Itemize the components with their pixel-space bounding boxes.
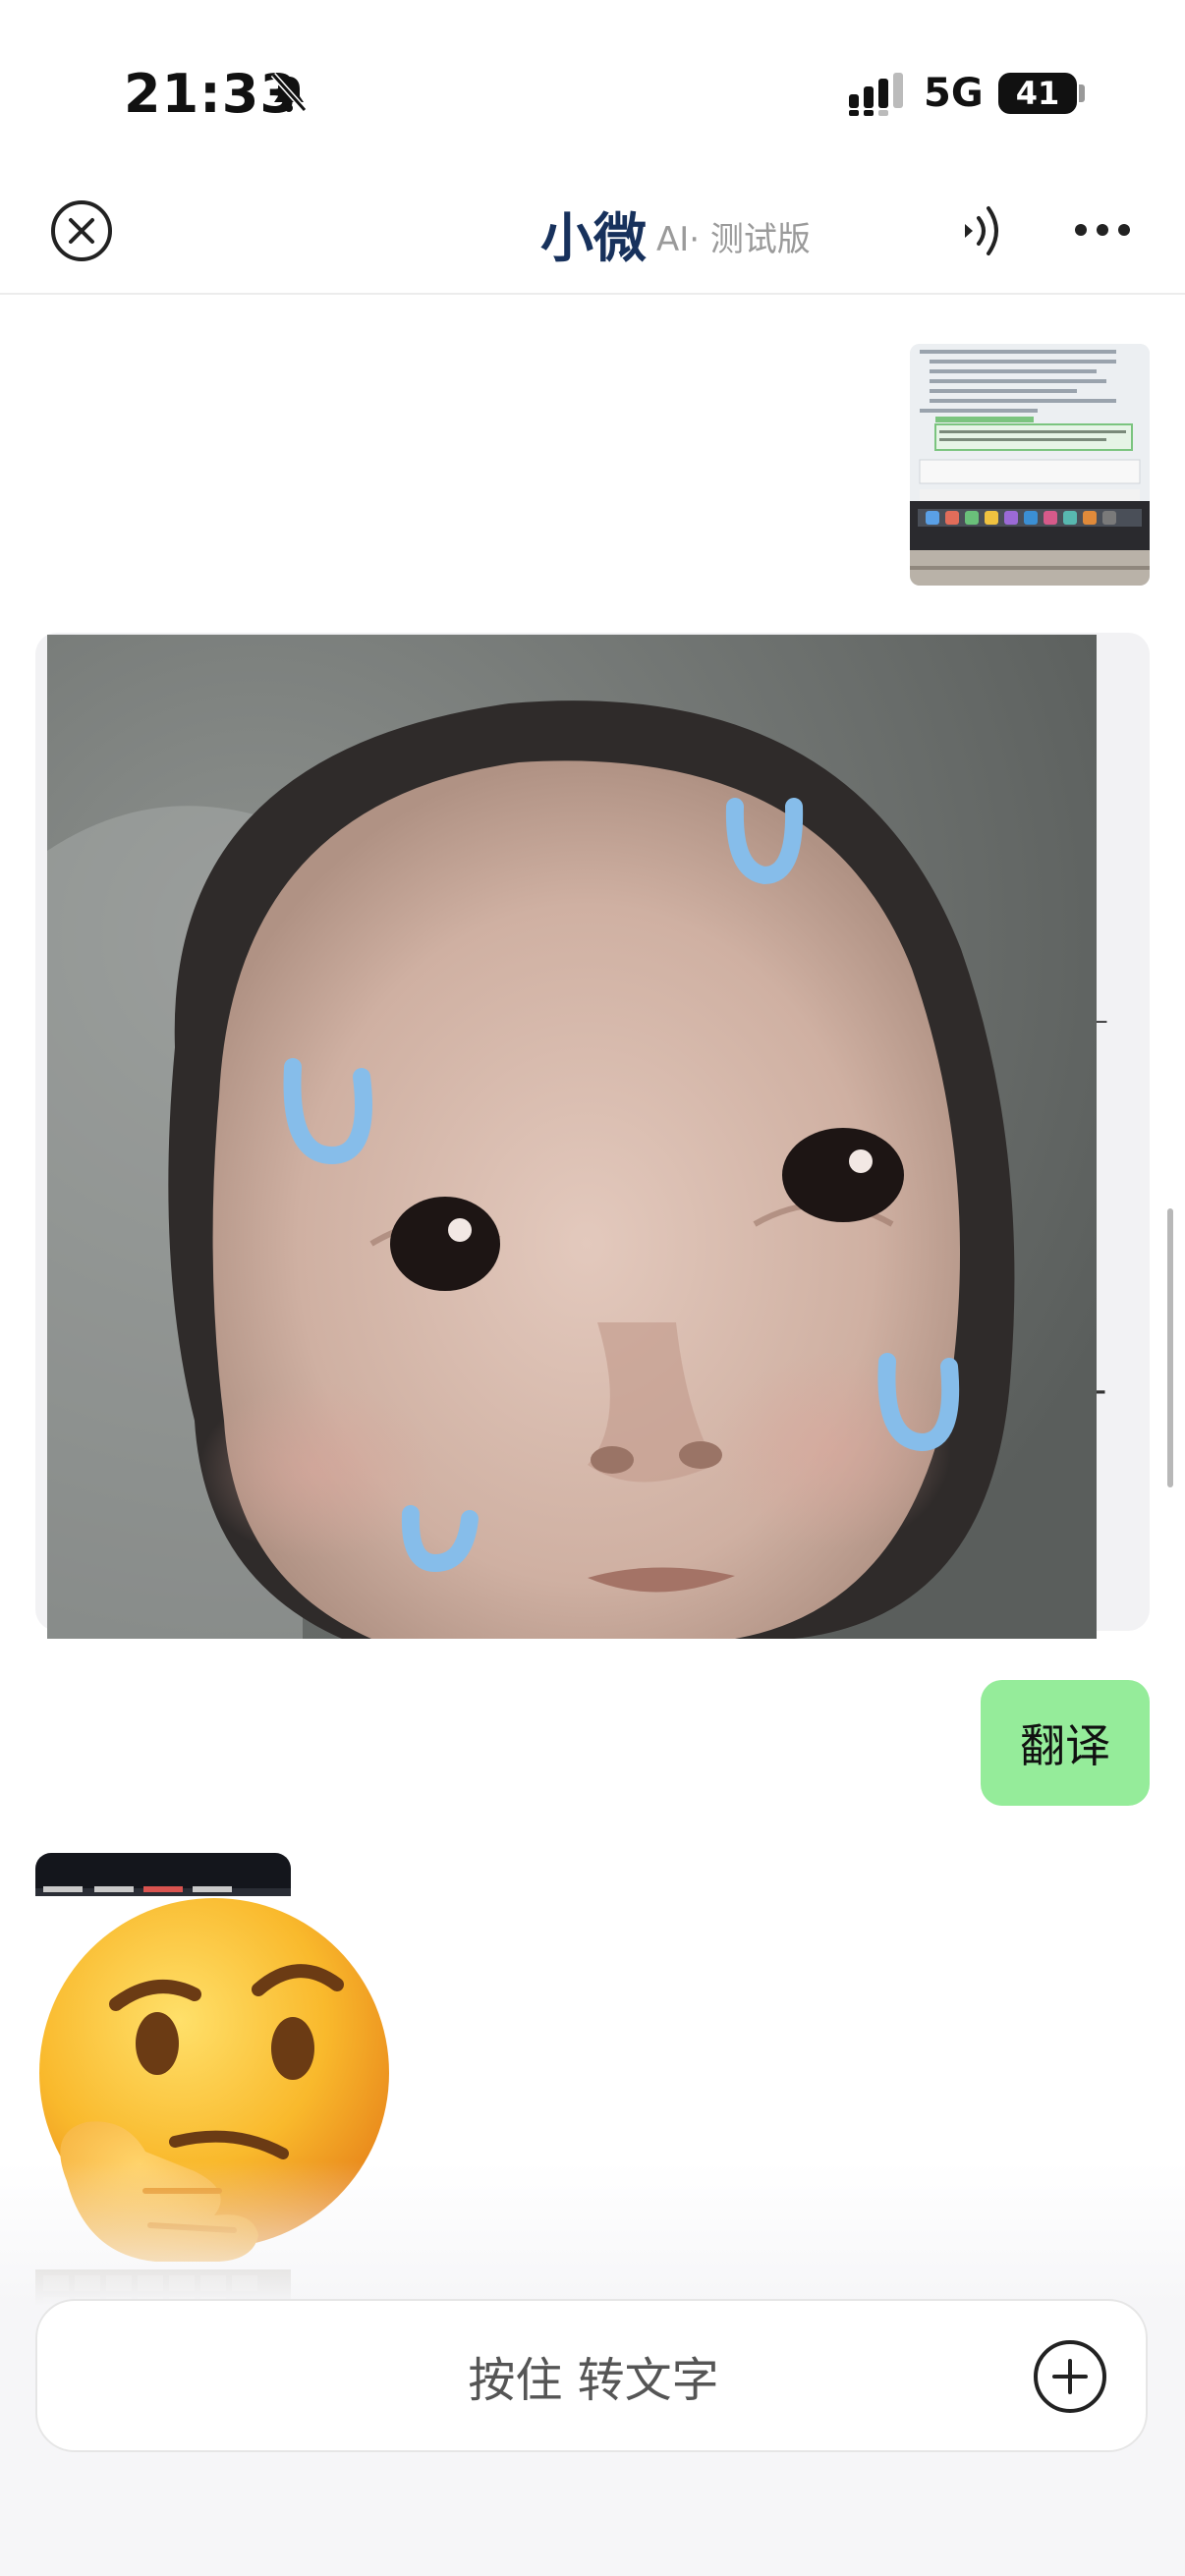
battery-tip: [1079, 84, 1085, 102]
cellular-signal-icon: [849, 73, 903, 116]
more-dots-icon[interactable]: [1073, 222, 1132, 238]
baby-face-image: [47, 635, 1097, 1639]
baby-sticker-image[interactable]: [47, 635, 1097, 1639]
chat-screen: 21:33 5G 41 小微 AI· 测试版 ⁻ - 翻译 按住 转文字: [0, 0, 1185, 2576]
close-icon: [69, 218, 94, 244]
hold-to-talk-label: 按住 转文字: [468, 2353, 719, 2408]
page-subtitle: AI· 测试版: [656, 220, 811, 259]
bell-off-icon: [270, 73, 308, 112]
voice-wave-icon[interactable]: [959, 200, 1006, 261]
scrollbar[interactable]: [1167, 1208, 1173, 1487]
close-button[interactable]: [51, 200, 112, 261]
user-message-bubble[interactable]: 翻译: [981, 1680, 1150, 1806]
nav-divider: [0, 293, 1185, 295]
add-button[interactable]: [1034, 2340, 1106, 2413]
plus-circle-icon: [1052, 2359, 1088, 2394]
user-image-thumbnail[interactable]: [910, 344, 1150, 586]
battery-indicator: 41: [998, 73, 1077, 114]
page-title: 小微: [540, 207, 647, 269]
laptop-screenshot-image: [910, 344, 1150, 586]
network-type: 5G: [924, 71, 984, 116]
hold-to-talk-button[interactable]: 按住 转文字: [35, 2299, 1148, 2452]
